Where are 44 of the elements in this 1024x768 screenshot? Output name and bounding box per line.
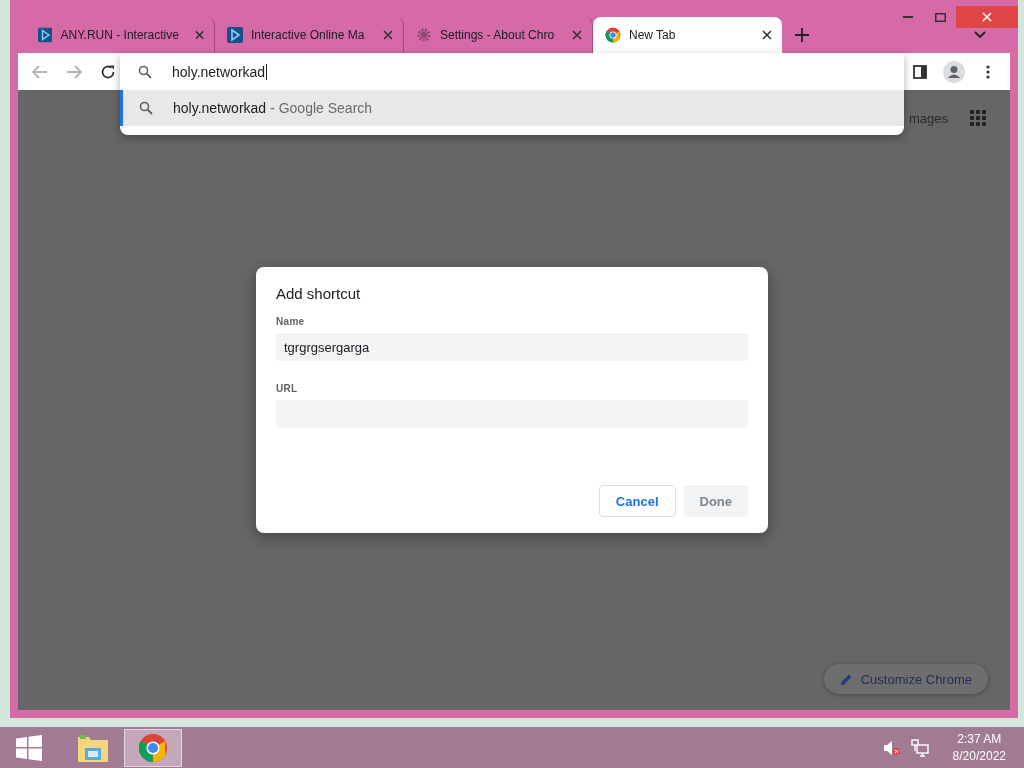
tab-title: ANY.RUN - Interactive xyxy=(60,28,179,42)
gear-icon xyxy=(416,27,432,43)
close-icon xyxy=(383,30,393,40)
close-icon xyxy=(762,30,772,40)
tab-title: Settings - About Chro xyxy=(440,28,555,42)
suggestion-detail: - Google Search xyxy=(270,100,373,116)
taskbar-app[interactable] xyxy=(124,728,182,767)
menu-icon[interactable] xyxy=(986,64,990,79)
search-icon xyxy=(138,64,152,79)
windows-start-icon[interactable] xyxy=(16,734,42,761)
input-field[interactable]: tgrgrgsergarga xyxy=(276,333,748,361)
chevron-down-icon[interactable] xyxy=(974,31,986,39)
maximize-icon[interactable] xyxy=(934,12,946,22)
customize-chrome-button[interactable]: Customize Chrome xyxy=(823,664,988,694)
play-logo-icon xyxy=(38,27,53,43)
play-logo-icon xyxy=(227,27,243,43)
network-icon[interactable] xyxy=(910,738,929,757)
dialog-title: Add shortcut xyxy=(276,285,362,302)
clock[interactable]: 2:37 AM 8/20/2022 xyxy=(952,730,1006,765)
field-label: Name xyxy=(276,316,306,327)
reload-icon[interactable] xyxy=(100,63,116,80)
side-panel-icon[interactable] xyxy=(913,64,927,79)
close-icon xyxy=(572,30,582,40)
apps-grid-icon[interactable] xyxy=(970,110,986,126)
pencil-icon xyxy=(839,672,853,686)
suggestion-text: holy.networkad xyxy=(173,100,267,116)
field-label: URL xyxy=(276,383,299,394)
dialog-button[interactable]: Cancel xyxy=(598,485,676,517)
chrome-logo-icon xyxy=(138,732,168,763)
clock-time: 2:37 AM xyxy=(957,730,1002,748)
clock-date: 8/20/2022 xyxy=(952,747,1006,765)
tab-title: Interactive Online Ma xyxy=(251,28,365,42)
close-icon xyxy=(194,30,204,40)
tab-title: New Tab xyxy=(629,28,676,42)
profile-avatar-icon[interactable] xyxy=(943,60,965,83)
search-suggestion[interactable]: holy.networkad - Google Search xyxy=(120,90,904,126)
speaker-muted-icon[interactable] xyxy=(882,739,901,756)
close-icon[interactable] xyxy=(982,12,992,22)
chrome-logo-icon xyxy=(605,27,621,43)
browser-tab[interactable]: New Tab xyxy=(593,17,782,53)
folder-icon xyxy=(77,732,109,763)
plus-icon[interactable] xyxy=(795,28,809,42)
address-field[interactable]: holy.networkad xyxy=(172,63,268,80)
search-icon xyxy=(139,101,153,115)
